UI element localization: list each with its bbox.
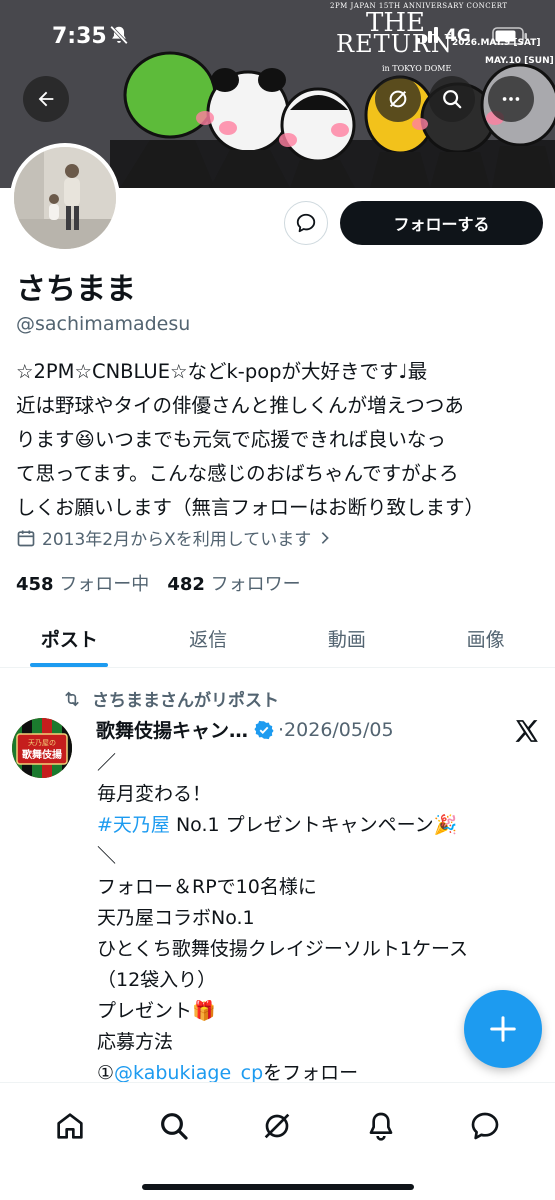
message-button[interactable] xyxy=(284,201,328,245)
back-button[interactable] xyxy=(23,76,69,122)
nav-notifications[interactable] xyxy=(356,1101,406,1151)
repost-icon xyxy=(65,691,79,706)
followers-link[interactable]: 482 フォロワー xyxy=(167,570,300,596)
bio-line: ☆2PM☆CNBLUE☆などk-popが大好きです♩最 xyxy=(16,360,428,383)
post-line-prefix: ① xyxy=(97,1062,115,1084)
following-label: フォロー中 xyxy=(59,574,150,595)
bell-slash-icon xyxy=(110,25,128,45)
post-line: ／ xyxy=(97,752,117,774)
home-icon xyxy=(57,1113,83,1139)
grok-icon xyxy=(389,90,407,108)
bio-line: ります😆いつまでも元気で応援できれば良いなっ xyxy=(16,428,446,451)
grok-button[interactable] xyxy=(375,76,421,122)
joined-date[interactable]: 2013年2月からXを利用しています xyxy=(16,525,333,550)
profile-bio: ☆2PM☆CNBLUE☆などk-popが大好きです♩最 近は野球やタイの俳優さん… xyxy=(16,355,548,525)
more-dots-icon xyxy=(502,97,520,101)
nav-search[interactable] xyxy=(149,1101,199,1151)
post-line-text: No.1 プレゼントキャンペーン🎉 xyxy=(169,814,458,836)
repost-label: さちままさんがリポスト xyxy=(92,691,279,711)
post-line-suffix: をフォロー xyxy=(263,1062,359,1084)
plus-icon xyxy=(490,1016,516,1042)
status-time: 7:35 xyxy=(52,24,107,49)
profile-name: さちまま xyxy=(16,272,136,307)
kabukiage-logo: 天乃屋の 歌舞伎揚 xyxy=(12,718,72,778)
profile-avatar[interactable] xyxy=(10,143,120,253)
bio-line: 近は野球やタイの俳優さんと推しくんが増えつつあ xyxy=(16,394,464,417)
avatar-photo xyxy=(14,147,116,249)
followers-count: 482 xyxy=(167,574,205,595)
battery-icon xyxy=(492,27,527,45)
compose-button[interactable] xyxy=(464,990,542,1068)
follow-button[interactable]: フォローする xyxy=(340,201,543,245)
following-count: 458 xyxy=(16,574,54,595)
following-link[interactable]: 458 フォロー中 xyxy=(16,570,149,596)
tab-videos[interactable]: 動画 xyxy=(278,610,417,667)
post-line: ひとくち歌舞伎揚クレイジーソルト1ケース xyxy=(97,938,468,960)
post-line: フォロー＆RPで10名様に xyxy=(97,876,317,898)
verified-badge-icon xyxy=(254,720,274,739)
post-line: #天乃屋 No.1 プレゼントキャンペーン🎉 xyxy=(97,810,547,841)
nav-grok[interactable] xyxy=(252,1101,302,1151)
home-indicator xyxy=(142,1184,414,1190)
signal-icon xyxy=(416,27,438,43)
bottom-navigation xyxy=(0,1082,555,1200)
grok-icon xyxy=(265,1113,290,1139)
svg-text:歌舞伎揚: 歌舞伎揚 xyxy=(22,748,62,761)
network-type: 4G xyxy=(445,26,471,46)
search-icon xyxy=(443,90,462,109)
post-author-name[interactable]: 歌舞伎揚キャン… xyxy=(96,716,248,743)
repost-indicator[interactable]: さちままさんがリポスト xyxy=(62,686,279,711)
post-date[interactable]: ·2026/05/05 xyxy=(278,719,394,741)
bio-line: て思ってます。こんな感じのおばちゃんですがよろ xyxy=(16,462,459,485)
x-logo-icon xyxy=(515,720,538,742)
tab-posts[interactable]: ポスト xyxy=(0,610,139,667)
post-line: 天乃屋コラボNo.1 xyxy=(97,907,255,929)
profile-tabs: ポスト 返信 動画 画像 xyxy=(0,610,555,668)
arrow-left-icon xyxy=(38,91,54,107)
chevron-right-icon xyxy=(321,531,330,544)
profile-handle: @sachimamadesu xyxy=(16,313,191,335)
post-line: （12袋入り） xyxy=(97,969,217,991)
status-bar: 7:35 4G xyxy=(0,0,555,70)
chat-bubble-icon xyxy=(296,213,316,233)
post-author-avatar[interactable]: 天乃屋の 歌舞伎揚 xyxy=(12,718,72,778)
post-hashtag[interactable]: #天乃屋 xyxy=(97,814,170,836)
post-line: ＼ xyxy=(97,845,117,867)
post-mention[interactable]: @kabukiage_cp xyxy=(114,1062,263,1084)
joined-text: 2013年2月からXを利用しています xyxy=(42,530,312,550)
calendar-icon xyxy=(17,530,35,546)
tab-images[interactable]: 画像 xyxy=(416,610,555,667)
nav-messages[interactable] xyxy=(460,1101,510,1151)
post-header: 歌舞伎揚キャン… ·2026/05/05 xyxy=(96,716,394,743)
nav-home[interactable] xyxy=(45,1101,95,1151)
search-icon xyxy=(160,1113,188,1140)
search-button[interactable] xyxy=(429,76,475,122)
more-button[interactable] xyxy=(488,76,534,122)
post-line: 毎月変わる！ xyxy=(97,783,212,805)
follow-counts: 458 フォロー中 482 フォロワー xyxy=(16,570,301,596)
tab-replies[interactable]: 返信 xyxy=(139,610,278,667)
bell-icon xyxy=(369,1112,393,1141)
followers-label: フォロワー xyxy=(210,574,301,595)
svg-text:天乃屋の: 天乃屋の xyxy=(28,739,56,747)
bio-line: しくお願いします（無言フォローはお断り致します） xyxy=(16,496,485,519)
chat-bubble-icon xyxy=(471,1112,499,1140)
